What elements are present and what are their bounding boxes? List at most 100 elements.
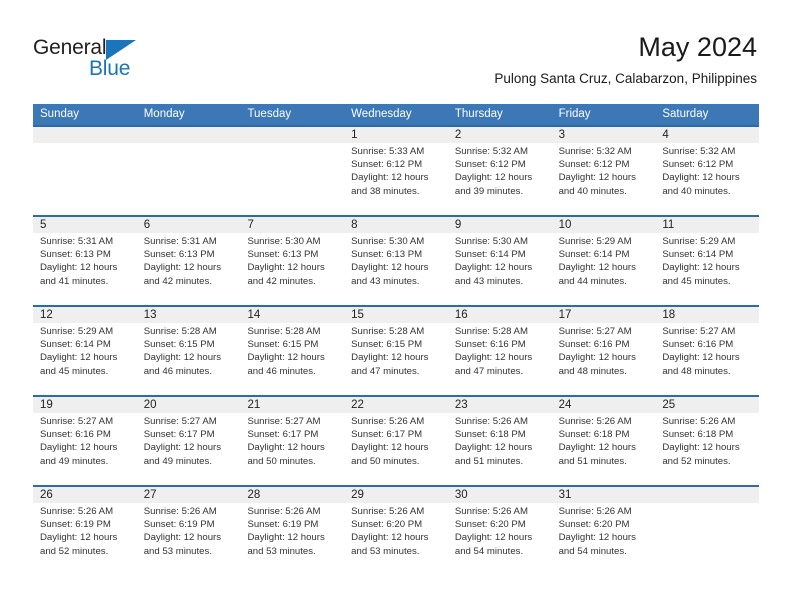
calendar-week-row: 1 Sunrise: 5:33 AM Sunset: 6:12 PM Daylight… xyxy=(33,125,759,215)
day-daylight-line: Daylight: 12 hours xyxy=(143,442,222,454)
day-sun-info: Sunrise: 5:28 AM Sunset: 6:15 PM Daylight:… xyxy=(144,325,237,378)
calendar-day-cell[interactable]: 8 Sunrise: 5:30 AM Sunset: 6:13 PM Daylight… xyxy=(344,217,448,305)
day-sunrise-line: Sunrise: 5:27 AM xyxy=(143,416,217,427)
day-daylight-line: Daylight: 12 hours xyxy=(454,352,533,364)
day-sunrise-line: Sunrise: 5:26 AM xyxy=(558,506,632,517)
day-sunrise-line: Sunrise: 5:32 AM xyxy=(662,146,736,157)
calendar-day-cell[interactable]: 28 Sunrise: 5:26 AM Sunset: 6:19 PM Dayligh… xyxy=(240,487,344,575)
day-sunset-line: Sunset: 6:14 PM xyxy=(40,339,111,351)
day-sunrise-line: Sunrise: 5:26 AM xyxy=(351,416,425,427)
calendar-day-cell[interactable]: 16 Sunrise: 5:28 AM Sunset: 6:16 PM Dayligh… xyxy=(448,307,552,395)
day-number: 16 xyxy=(454,309,468,321)
calendar-day-cell[interactable]: 12 Sunrise: 5:29 AM Sunset: 6:14 PM Dayligh… xyxy=(33,307,137,395)
day-daylight-line: Daylight: 12 hours xyxy=(143,532,222,544)
calendar-day-cell[interactable]: 21 Sunrise: 5:27 AM Sunset: 6:17 PM Dayligh… xyxy=(240,397,344,485)
calendar-day-cell[interactable]: 5 Sunrise: 5:31 AM Sunset: 6:13 PM Daylight… xyxy=(33,217,137,305)
day-number: 2 xyxy=(454,129,462,141)
day-sunset-line: Sunset: 6:12 PM xyxy=(351,159,423,171)
page-header: General Blue May 2024 Pulong Santa Cruz,… xyxy=(0,0,792,100)
day-number xyxy=(247,127,340,143)
calendar-day-cell[interactable]: 26 Sunrise: 5:26 AM Sunset: 6:19 PM Dayligh… xyxy=(33,487,137,575)
generalblue-logo[interactable]: General Blue xyxy=(33,36,153,82)
day-number: 17 xyxy=(558,309,572,321)
calendar-day-cell[interactable]: 14 Sunrise: 5:28 AM Sunset: 6:15 PM Dayligh… xyxy=(240,307,344,395)
day-sun-info: Sunrise: 5:29 AM Sunset: 6:14 PM Daylight:… xyxy=(662,235,755,288)
calendar-day-cell[interactable]: 13 Sunrise: 5:28 AM Sunset: 6:15 PM Dayligh… xyxy=(137,307,241,395)
day-sunset-line: Sunset: 6:20 PM xyxy=(558,519,630,531)
calendar-day-cell[interactable]: 30 Sunrise: 5:26 AM Sunset: 6:20 PM Dayligh… xyxy=(448,487,552,575)
day-daylight-line: Daylight: 12 hours xyxy=(143,352,222,364)
calendar-day-cell[interactable]: 22 Sunrise: 5:26 AM Sunset: 6:17 PM Dayligh… xyxy=(344,397,448,485)
day-sun-info: Sunrise: 5:27 AM Sunset: 6:17 PM Daylight:… xyxy=(247,415,340,468)
day-sunset-line: Sunset: 6:15 PM xyxy=(143,339,215,351)
day-sunset-line: Sunset: 6:16 PM xyxy=(454,339,526,351)
day-sunrise-line: Sunrise: 5:31 AM xyxy=(40,236,114,247)
day-sunset-line: Sunset: 6:13 PM xyxy=(351,249,423,261)
weekday-header-friday: Friday xyxy=(558,108,591,120)
calendar-day-cell-empty xyxy=(33,127,137,215)
day-daylight-line: and 52 minutes. xyxy=(40,545,109,557)
calendar-day-cell[interactable]: 17 Sunrise: 5:27 AM Sunset: 6:16 PM Dayligh… xyxy=(552,307,656,395)
day-sunset-line: Sunset: 6:13 PM xyxy=(40,249,111,261)
day-sun-info: Sunrise: 5:26 AM Sunset: 6:20 PM Daylight:… xyxy=(351,505,444,558)
weekday-header-row: Sunday Monday Tuesday Wednesday Thursday… xyxy=(33,104,759,125)
day-sunrise-line: Sunrise: 5:26 AM xyxy=(143,506,217,517)
calendar-day-cell[interactable]: 9 Sunrise: 5:30 AM Sunset: 6:14 PM Daylight… xyxy=(448,217,552,305)
day-sunset-line: Sunset: 6:14 PM xyxy=(662,249,734,261)
calendar-day-cell[interactable]: 19 Sunrise: 5:27 AM Sunset: 6:16 PM Dayligh… xyxy=(33,397,137,485)
calendar-grid: Sunday Monday Tuesday Wednesday Thursday… xyxy=(33,104,759,575)
day-number: 26 xyxy=(40,489,53,501)
calendar-day-cell-empty xyxy=(240,127,344,215)
day-daylight-line: Daylight: 12 hours xyxy=(40,352,118,364)
calendar-day-cell[interactable]: 18 Sunrise: 5:27 AM Sunset: 6:16 PM Dayligh… xyxy=(655,307,759,395)
day-sunrise-line: Sunrise: 5:26 AM xyxy=(40,506,114,517)
calendar-day-cell[interactable]: 20 Sunrise: 5:27 AM Sunset: 6:17 PM Dayligh… xyxy=(137,397,241,485)
day-daylight-line: Daylight: 12 hours xyxy=(351,262,429,274)
calendar-day-cell[interactable]: 31 Sunrise: 5:26 AM Sunset: 6:20 PM Dayligh… xyxy=(552,487,656,575)
day-daylight-line: and 43 minutes. xyxy=(351,275,420,287)
calendar-day-cell[interactable]: 7 Sunrise: 5:30 AM Sunset: 6:13 PM Daylight… xyxy=(240,217,344,305)
day-number: 22 xyxy=(351,399,364,411)
calendar-day-cell[interactable]: 2 Sunrise: 5:32 AM Sunset: 6:12 PM Daylight… xyxy=(448,127,552,215)
day-sunrise-line: Sunrise: 5:26 AM xyxy=(454,416,528,427)
day-daylight-line: Daylight: 12 hours xyxy=(351,532,429,544)
day-sun-info: Sunrise: 5:26 AM Sunset: 6:18 PM Daylight:… xyxy=(662,415,755,468)
calendar-day-cell[interactable]: 6 Sunrise: 5:31 AM Sunset: 6:13 PM Daylight… xyxy=(137,217,241,305)
day-daylight-line: and 40 minutes. xyxy=(558,185,627,197)
calendar-day-cell[interactable]: 27 Sunrise: 5:26 AM Sunset: 6:19 PM Dayligh… xyxy=(137,487,241,575)
calendar-day-cell[interactable]: 11 Sunrise: 5:29 AM Sunset: 6:14 PM Dayligh… xyxy=(655,217,759,305)
day-daylight-line: and 49 minutes. xyxy=(143,455,212,467)
calendar-day-cell[interactable]: 10 Sunrise: 5:29 AM Sunset: 6:14 PM Dayligh… xyxy=(552,217,656,305)
calendar-day-cell[interactable]: 24 Sunrise: 5:26 AM Sunset: 6:18 PM Dayligh… xyxy=(552,397,656,485)
day-daylight-line: Daylight: 12 hours xyxy=(662,442,740,454)
day-number: 11 xyxy=(662,219,675,231)
day-sun-info: Sunrise: 5:27 AM Sunset: 6:16 PM Daylight:… xyxy=(662,325,755,378)
calendar-day-cell[interactable]: 15 Sunrise: 5:28 AM Sunset: 6:15 PM Dayligh… xyxy=(344,307,448,395)
day-daylight-line: and 48 minutes. xyxy=(558,365,627,377)
day-number: 23 xyxy=(454,399,468,411)
day-daylight-line: Daylight: 12 hours xyxy=(351,442,429,454)
day-number: 1 xyxy=(351,129,358,141)
calendar-week-row: 26 Sunrise: 5:26 AM Sunset: 6:19 PM Dayligh… xyxy=(33,485,759,575)
calendar-day-cell[interactable]: 3 Sunrise: 5:32 AM Sunset: 6:12 PM Daylight… xyxy=(552,127,656,215)
day-sunrise-line: Sunrise: 5:29 AM xyxy=(558,236,632,247)
day-sun-info: Sunrise: 5:31 AM Sunset: 6:13 PM Daylight:… xyxy=(40,235,133,288)
calendar-day-cell[interactable]: 25 Sunrise: 5:26 AM Sunset: 6:18 PM Dayligh… xyxy=(655,397,759,485)
day-sunset-line: Sunset: 6:18 PM xyxy=(558,429,630,441)
calendar-day-cell[interactable]: 1 Sunrise: 5:33 AM Sunset: 6:12 PM Daylight… xyxy=(344,127,448,215)
day-daylight-line: Daylight: 12 hours xyxy=(558,442,636,454)
day-number: 18 xyxy=(662,309,676,321)
day-sunrise-line: Sunrise: 5:30 AM xyxy=(247,236,321,247)
day-sun-info: Sunrise: 5:30 AM Sunset: 6:13 PM Daylight:… xyxy=(247,235,340,288)
calendar-day-cell[interactable]: 23 Sunrise: 5:26 AM Sunset: 6:18 PM Dayligh… xyxy=(448,397,552,485)
day-daylight-line: and 41 minutes. xyxy=(40,275,109,287)
day-daylight-line: and 42 minutes. xyxy=(247,275,316,287)
calendar-day-cell[interactable]: 4 Sunrise: 5:32 AM Sunset: 6:12 PM Daylight… xyxy=(655,127,759,215)
day-number: 29 xyxy=(351,489,364,501)
day-sun-info: Sunrise: 5:28 AM Sunset: 6:16 PM Daylight:… xyxy=(455,325,548,378)
weekday-header-sunday: Sunday xyxy=(40,108,80,120)
day-sunset-line: Sunset: 6:18 PM xyxy=(662,429,734,441)
calendar-day-cell[interactable]: 29 Sunrise: 5:26 AM Sunset: 6:20 PM Dayligh… xyxy=(344,487,448,575)
day-daylight-line: Daylight: 12 hours xyxy=(558,262,636,274)
day-daylight-line: Daylight: 12 hours xyxy=(662,352,740,364)
